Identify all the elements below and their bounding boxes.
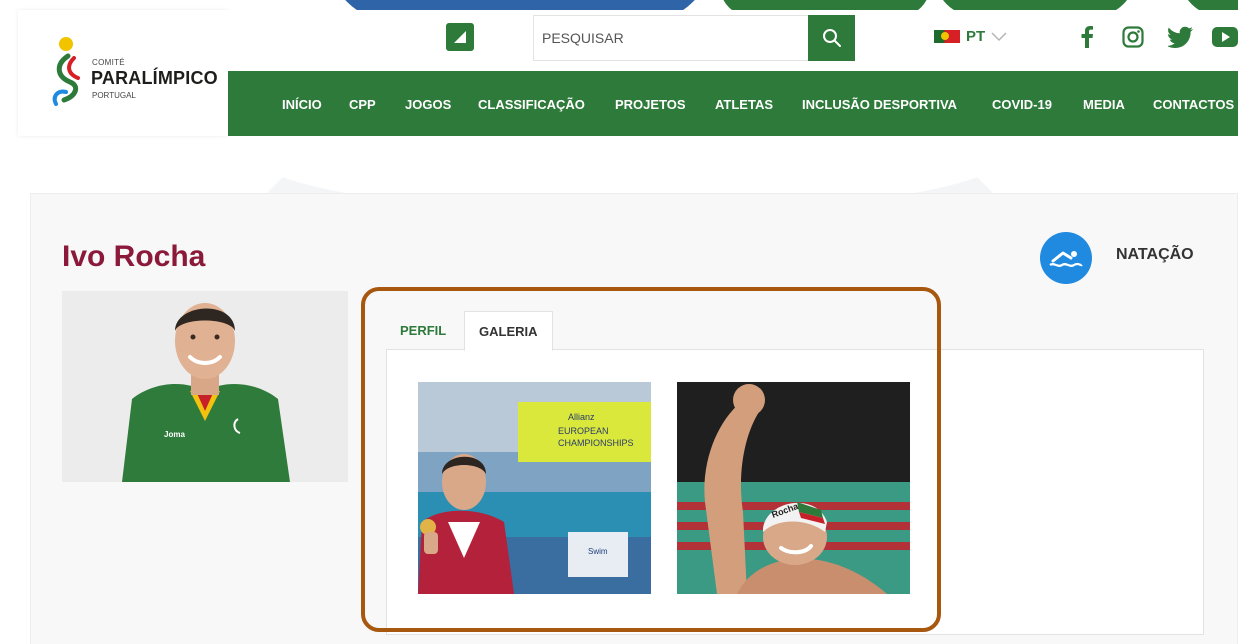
banner-text: EUROPEAN xyxy=(558,426,609,436)
nav-item-classificacao[interactable]: CLASSIFICAÇÃO xyxy=(478,97,585,112)
language-selector[interactable]: PT xyxy=(934,28,1007,45)
site-logo[interactable]: COMITÉ PARALÍMPICO PORTUGAL xyxy=(18,10,228,136)
paralympic-logo-icon xyxy=(52,37,80,106)
instagram-icon[interactable] xyxy=(1120,24,1146,50)
portugal-flag-icon xyxy=(934,30,960,43)
nav-item-inclusao-desportiva[interactable]: INCLUSÃO DESPORTIVA xyxy=(802,97,957,112)
banner-text: Allianz xyxy=(568,412,595,422)
nav-item-jogos[interactable]: JOGOS xyxy=(405,97,451,112)
logo-text-paralimpico: PARALÍMPICO xyxy=(91,68,218,88)
athlete-portrait: Joma xyxy=(62,291,348,482)
gallery-photo[interactable]: Allianz EUROPEAN CHAMPIONSHIPS Swim xyxy=(418,382,651,594)
tab-galeria[interactable]: GALERIA xyxy=(464,311,553,351)
search-icon xyxy=(822,29,841,47)
athlete-name: Ivo Rocha xyxy=(62,240,206,273)
main-navigation: INÍCIO CPP JOGOS CLASSIFICAÇÃO PROJETOS … xyxy=(228,71,1238,136)
edit-icon[interactable] xyxy=(446,23,474,51)
banner-text: CHAMPIONSHIPS xyxy=(558,438,634,448)
svg-text:Joma: Joma xyxy=(164,430,185,439)
youtube-icon[interactable] xyxy=(1212,24,1238,50)
nav-item-media[interactable]: MEDIA xyxy=(1083,97,1125,112)
top-bar: PT xyxy=(228,10,1238,71)
tab-perfil[interactable]: PERFIL xyxy=(386,311,460,350)
nav-item-inicio[interactable]: INÍCIO xyxy=(282,97,322,112)
logo-text-comite: COMITÉ xyxy=(92,58,125,67)
chevron-down-icon xyxy=(991,31,1007,41)
nav-item-covid-19[interactable]: COVID-19 xyxy=(992,97,1052,112)
gallery-photo[interactable]: Rocha xyxy=(677,382,910,594)
search-input[interactable] xyxy=(533,15,809,61)
language-label: PT xyxy=(966,28,986,45)
logo-text-portugal: PORTUGAL xyxy=(92,91,136,100)
sign-text: Swim xyxy=(588,547,608,556)
nav-item-contactos[interactable]: CONTACTOS xyxy=(1153,97,1234,112)
facebook-icon[interactable] xyxy=(1074,24,1100,50)
nav-item-cpp[interactable]: CPP xyxy=(349,97,376,112)
nav-item-projetos[interactable]: PROJETOS xyxy=(615,97,686,112)
twitter-icon[interactable] xyxy=(1168,24,1194,50)
nav-item-atletas[interactable]: ATLETAS xyxy=(715,97,773,112)
sport-label: NATAÇÃO xyxy=(1116,246,1194,263)
swimming-icon xyxy=(1040,232,1092,284)
search-button[interactable] xyxy=(808,15,855,61)
